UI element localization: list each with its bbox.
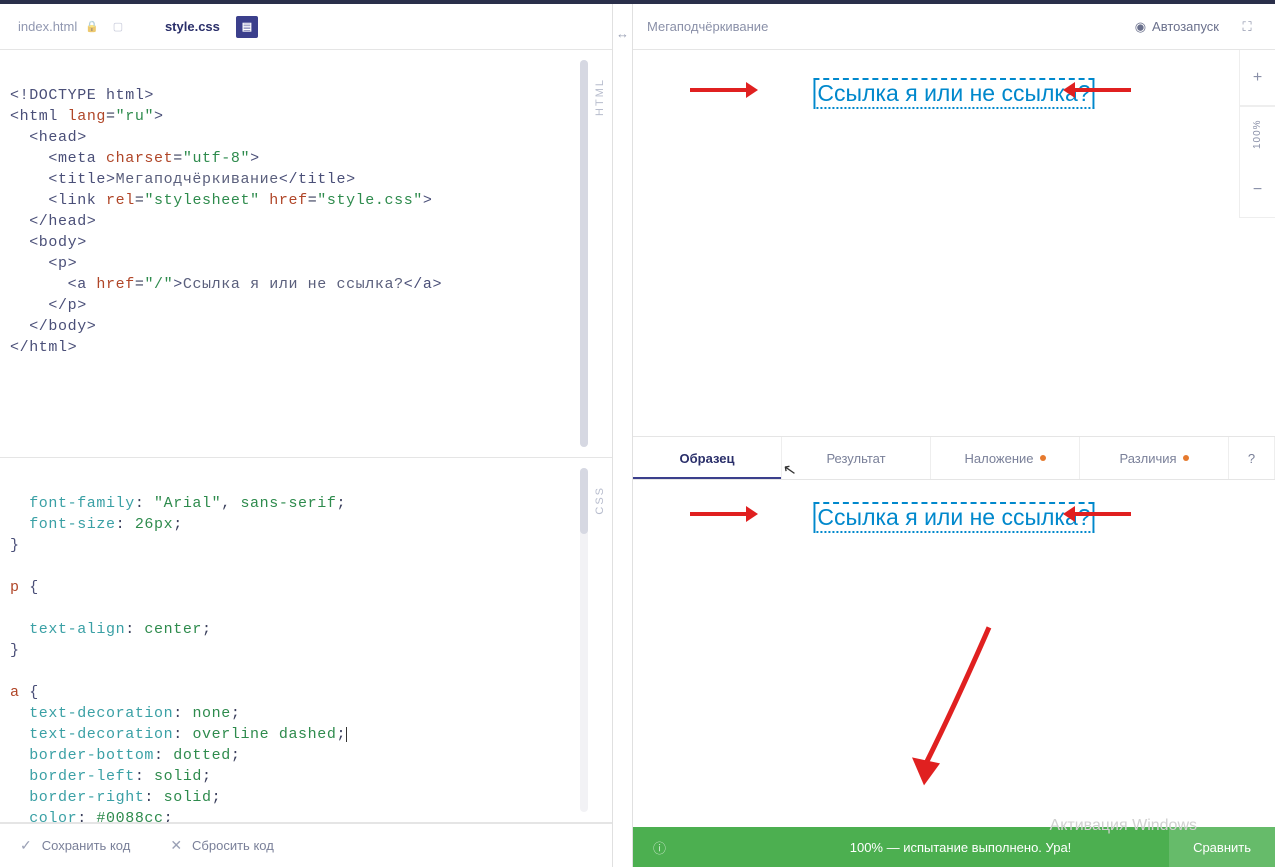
file-tabs: index.html 🔒 ▢ style.css ▤ [0,4,612,50]
tab-overlay[interactable]: Наложение [931,437,1080,479]
compare-button[interactable]: Сравнить [1169,827,1275,867]
zoom-in-button[interactable]: + [1240,50,1275,106]
html-editor[interactable]: HTML <!DOCTYPE html> <html lang="ru"> <h… [0,50,612,458]
annotation-arrow-icon [688,504,758,524]
autorun-button[interactable]: ◉ Автозапуск [1135,19,1219,35]
preview-area: + 100% − Ссылка я или не ссылка? [633,50,1275,436]
cross-icon: ✕ [170,837,182,854]
annotation-arrow-icon [688,80,758,100]
sample-link: Ссылка я или не ссылка? [813,502,1094,533]
html-label: HTML [594,78,606,116]
play-icon: ◉ [1135,19,1146,35]
expand-button[interactable]: ⛶ [1233,13,1261,41]
dot-icon [1040,455,1046,461]
annotation-arrow-icon [894,617,1014,800]
expand-icon: ⛶ [1242,19,1251,35]
preview-header: Мегаподчёркивание ◉ Автозапуск ⛶ [633,4,1275,50]
panel-divider[interactable]: ↔ [613,4,633,867]
resize-icon: ↔ [616,26,629,41]
status-bar: ⓘ 100% — испытание выполнено. Ура! Сравн… [633,827,1275,867]
info-icon: ⓘ [653,838,666,857]
tab-index-html[interactable]: index.html 🔒 ▢ [0,4,147,50]
preview-title: Мегаподчёркивание [647,19,1121,34]
scrollbar[interactable] [580,60,588,447]
sample-area: Ссылка я или не ссылка? [633,480,1275,827]
tab-diff[interactable]: Различия [1080,437,1229,479]
active-tab-icon[interactable]: ▤ [236,16,258,38]
save-button[interactable]: ✓ Сохранить код [0,824,150,867]
lock-icon: 🔒 [85,20,99,33]
zoom-out-button[interactable]: − [1240,162,1275,218]
scrollbar[interactable] [580,468,588,812]
annotation-arrow-icon [1063,80,1133,100]
check-icon: ✓ [20,837,32,854]
css-editor[interactable]: CSS font-family: "Arial", sans-serif; fo… [0,458,612,823]
editor-toolbar: ✓ Сохранить код ✕ Сбросить код [0,823,612,867]
tab-result[interactable]: Результат [782,437,931,479]
tab-help[interactable]: ? [1229,437,1275,479]
tab-label: index.html [18,19,77,34]
dot-icon [1183,455,1189,461]
result-tabs: Образец Результат Наложение Различия ? [633,436,1275,480]
reset-button[interactable]: ✕ Сбросить код [150,824,294,867]
status-message: 100% — испытание выполнено. Ура! [666,840,1255,855]
zoom-controls: + 100% − [1239,50,1275,218]
tab-label: style.css [165,19,220,34]
annotation-arrow-icon [1063,504,1133,524]
close-icon[interactable]: ▢ [107,16,129,38]
preview-link: Ссылка я или не ссылка? [813,78,1094,109]
css-label: CSS [594,486,606,515]
tab-sample[interactable]: Образец [633,437,782,479]
tab-style-css[interactable]: style.css ▤ [147,4,276,50]
zoom-level[interactable]: 100% [1240,106,1275,162]
